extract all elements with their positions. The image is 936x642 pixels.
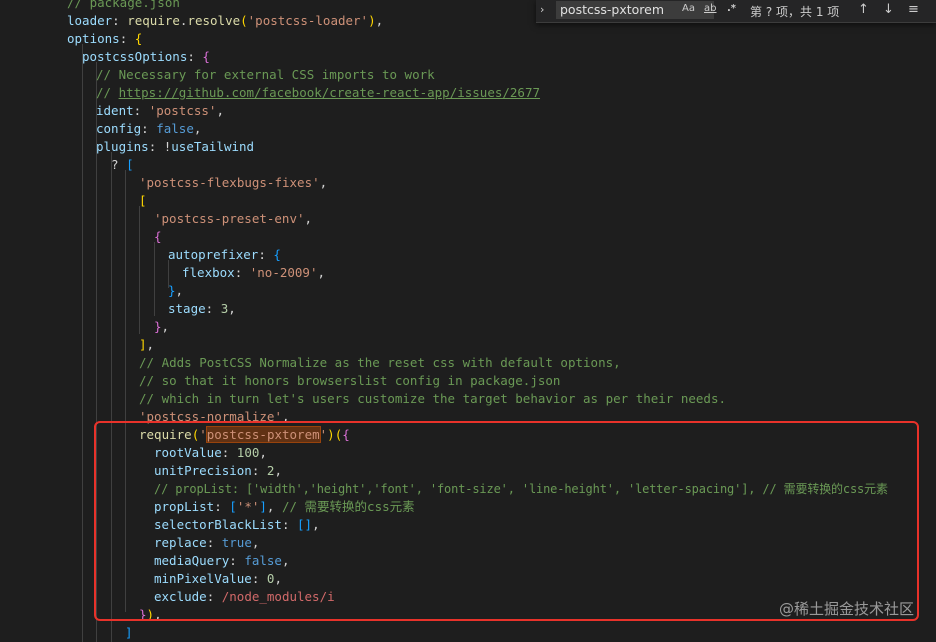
code-property: flexbox bbox=[182, 265, 235, 280]
code-bracket: { bbox=[134, 31, 143, 46]
code-punctuation: , bbox=[228, 301, 236, 316]
code-punctuation: , bbox=[175, 283, 184, 298]
code-keyword: false bbox=[156, 121, 194, 136]
code-property: config bbox=[96, 121, 142, 136]
code-comment: // so that it honors browserslist config… bbox=[139, 373, 561, 388]
code-line[interactable]: ident: 'postcss', bbox=[96, 102, 224, 120]
code-punctuation: , bbox=[319, 175, 328, 190]
code-line[interactable]: // package.json bbox=[67, 0, 180, 12]
indent-guide bbox=[82, 44, 83, 642]
code-comment: // package.json bbox=[67, 0, 180, 10]
indent-guide bbox=[139, 206, 140, 334]
code-line[interactable]: ], bbox=[139, 336, 154, 354]
code-comment: // which in turn let's users customize t… bbox=[139, 391, 726, 406]
code-bracket: } bbox=[154, 319, 162, 334]
code-bracket: ] bbox=[125, 625, 133, 640]
chevron-right-icon[interactable]: › bbox=[540, 3, 544, 16]
code-property: ident bbox=[96, 103, 134, 118]
code-bracket: [ bbox=[139, 193, 147, 208]
find-widget[interactable]: › Aa ab .* 第 ? 项，共 1 项 ↑ ↓ ≡ bbox=[536, 0, 936, 23]
code-function: resolve bbox=[187, 13, 241, 28]
code-line[interactable]: { bbox=[154, 228, 162, 246]
code-editor[interactable]: // package.json loader: require.resolve(… bbox=[0, 0, 936, 642]
code-line[interactable]: ? [ bbox=[111, 156, 134, 174]
code-punctuation: : bbox=[119, 31, 135, 46]
code-function: require bbox=[127, 13, 180, 28]
code-line[interactable]: // https://github.com/facebook/create-re… bbox=[96, 84, 540, 102]
code-comment: // Adds PostCSS Normalize as the reset c… bbox=[139, 355, 621, 370]
code-line[interactable]: autoprefixer: { bbox=[168, 246, 281, 264]
code-string: 'postcss-loader' bbox=[247, 13, 369, 28]
code-punctuation: : bbox=[234, 265, 250, 280]
code-punctuation: : bbox=[258, 247, 274, 262]
code-bracket: [ bbox=[126, 157, 134, 172]
code-bracket: { bbox=[202, 49, 210, 64]
code-bracket: ) bbox=[368, 13, 376, 28]
code-bracket: ( bbox=[240, 13, 248, 28]
code-line[interactable]: [ bbox=[139, 192, 147, 210]
code-punctuation: , bbox=[146, 337, 155, 352]
indent-guide bbox=[154, 242, 155, 316]
find-result-count: 第 ? 项，共 1 项 bbox=[750, 5, 840, 19]
regex-icon[interactable]: .* bbox=[727, 3, 736, 14]
match-case-icon[interactable]: Aa bbox=[682, 3, 695, 14]
code-line[interactable]: options: { bbox=[67, 30, 142, 48]
code-line[interactable]: config: false, bbox=[96, 120, 201, 138]
code-punctuation: : bbox=[112, 13, 128, 28]
find-in-selection-icon[interactable]: ≡ bbox=[908, 2, 919, 17]
code-string: 'postcss' bbox=[148, 103, 217, 118]
previous-match-icon[interactable]: ↑ bbox=[858, 2, 869, 17]
code-property: stage bbox=[168, 301, 206, 316]
code-punctuation: : bbox=[187, 49, 203, 64]
code-string: 'no-2009' bbox=[249, 265, 318, 280]
code-punctuation: , bbox=[193, 121, 202, 136]
code-property: options bbox=[67, 31, 120, 46]
code-string: 'postcss-preset-env' bbox=[154, 211, 305, 226]
code-punctuation: : bbox=[133, 103, 149, 118]
code-property: loader bbox=[67, 13, 113, 28]
code-line[interactable]: // Adds PostCSS Normalize as the reset c… bbox=[139, 354, 621, 372]
code-line[interactable]: 'postcss-flexbugs-fixes', bbox=[139, 174, 327, 192]
match-whole-word-icon[interactable]: ab bbox=[704, 3, 716, 14]
code-line[interactable]: }, bbox=[154, 318, 169, 336]
code-line[interactable]: // which in turn let's users customize t… bbox=[139, 390, 726, 408]
code-bracket: ] bbox=[139, 337, 147, 352]
code-punctuation: , bbox=[216, 103, 224, 118]
annotation-highlight-box bbox=[94, 421, 919, 621]
next-match-icon[interactable]: ↓ bbox=[883, 2, 894, 17]
code-comment: // bbox=[96, 85, 119, 100]
code-comment: // Necessary for external CSS imports to… bbox=[96, 67, 435, 82]
code-line[interactable]: loader: require.resolve('postcss-loader'… bbox=[67, 12, 383, 30]
code-line[interactable]: stage: 3, bbox=[168, 300, 236, 318]
code-bracket: { bbox=[273, 247, 281, 262]
code-punctuation: ? bbox=[111, 157, 127, 172]
code-line[interactable]: plugins: !useTailwind bbox=[96, 138, 254, 156]
code-punctuation: : bbox=[205, 301, 221, 316]
code-punctuation: , bbox=[161, 319, 170, 334]
code-line[interactable]: }, bbox=[168, 282, 183, 300]
code-property: plugins bbox=[96, 139, 149, 154]
code-bracket: } bbox=[168, 283, 176, 298]
code-punctuation: : ! bbox=[148, 139, 172, 154]
code-line[interactable]: 'postcss-preset-env', bbox=[154, 210, 312, 228]
code-string: 'postcss-flexbugs-fixes' bbox=[139, 175, 320, 190]
code-punctuation: , bbox=[304, 211, 313, 226]
code-property: autoprefixer bbox=[168, 247, 259, 262]
code-property: postcssOptions bbox=[82, 49, 188, 64]
code-punctuation: , bbox=[375, 13, 384, 28]
code-punctuation: , bbox=[317, 265, 326, 280]
code-line[interactable]: // Necessary for external CSS imports to… bbox=[96, 66, 435, 84]
code-line[interactable]: ] bbox=[125, 624, 133, 642]
watermark: @稀土掘金技术社区 bbox=[778, 600, 914, 618]
code-variable: useTailwind bbox=[171, 139, 255, 154]
code-link[interactable]: https://github.com/facebook/create-react… bbox=[119, 85, 540, 100]
code-punctuation: : bbox=[141, 121, 157, 136]
code-line[interactable]: flexbox: 'no-2009', bbox=[182, 264, 325, 282]
code-line[interactable]: postcssOptions: { bbox=[82, 48, 210, 66]
code-line[interactable]: // so that it honors browserslist config… bbox=[139, 372, 560, 390]
code-bracket: { bbox=[154, 229, 162, 244]
